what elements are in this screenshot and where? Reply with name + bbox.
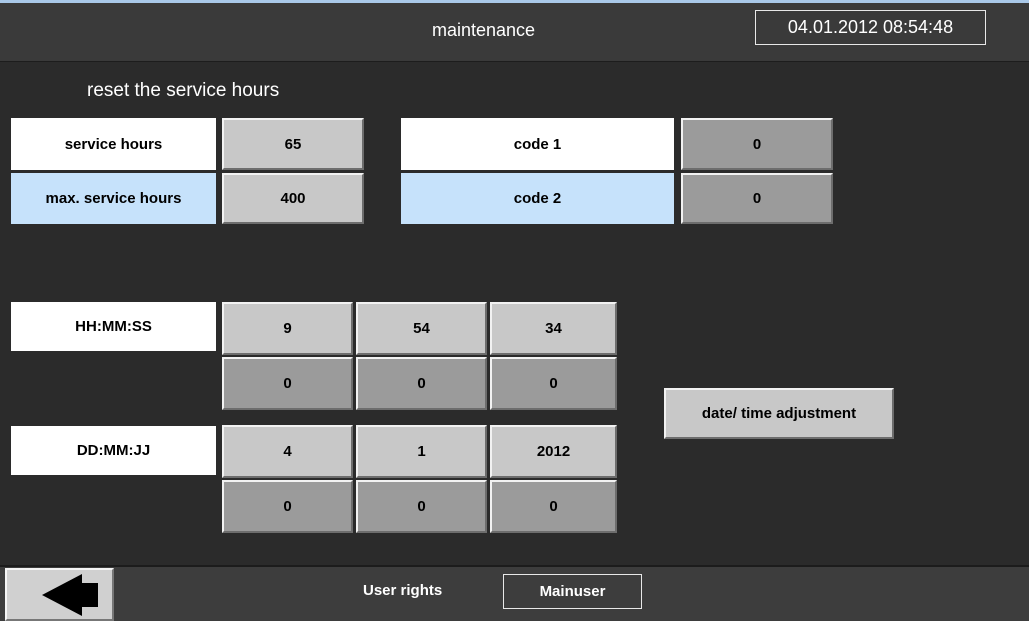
code-1-field[interactable]: 0 — [681, 118, 833, 170]
user-select-button[interactable]: Mainuser — [503, 574, 642, 609]
code-2-label: code 2 — [401, 173, 674, 224]
datetime-display: 04.01.2012 08:54:48 — [755, 10, 986, 45]
time-seconds-current[interactable]: 34 — [490, 302, 617, 355]
time-hours-current[interactable]: 9 — [222, 302, 353, 355]
max-service-hours-label: max. service hours — [11, 173, 216, 224]
back-button[interactable] — [5, 568, 114, 621]
arrow-left-icon-tail — [81, 582, 98, 607]
time-minutes-current[interactable]: 54 — [356, 302, 487, 355]
user-rights-label: User rights — [363, 582, 443, 599]
date-time-adjustment-button[interactable]: date/ time adjustment — [664, 388, 894, 439]
date-day-current[interactable]: 4 — [222, 425, 353, 478]
arrow-left-icon — [41, 573, 82, 616]
service-hours-field[interactable]: 65 — [222, 118, 364, 170]
code-1-label: code 1 — [401, 118, 674, 170]
service-hours-label: service hours — [11, 118, 216, 170]
date-label: DD:MM:JJ — [11, 426, 216, 475]
section-title: reset the service hours — [87, 80, 280, 101]
date-year-current[interactable]: 2012 — [490, 425, 617, 478]
time-seconds-input[interactable]: 0 — [490, 357, 617, 410]
max-service-hours-field[interactable]: 400 — [222, 173, 364, 224]
time-hours-input[interactable]: 0 — [222, 357, 353, 410]
date-month-current[interactable]: 1 — [356, 425, 487, 478]
date-month-input[interactable]: 0 — [356, 480, 487, 533]
date-year-input[interactable]: 0 — [490, 480, 617, 533]
code-2-field[interactable]: 0 — [681, 173, 833, 224]
time-minutes-input[interactable]: 0 — [356, 357, 487, 410]
time-label: HH:MM:SS — [11, 302, 216, 351]
date-day-input[interactable]: 0 — [222, 480, 353, 533]
